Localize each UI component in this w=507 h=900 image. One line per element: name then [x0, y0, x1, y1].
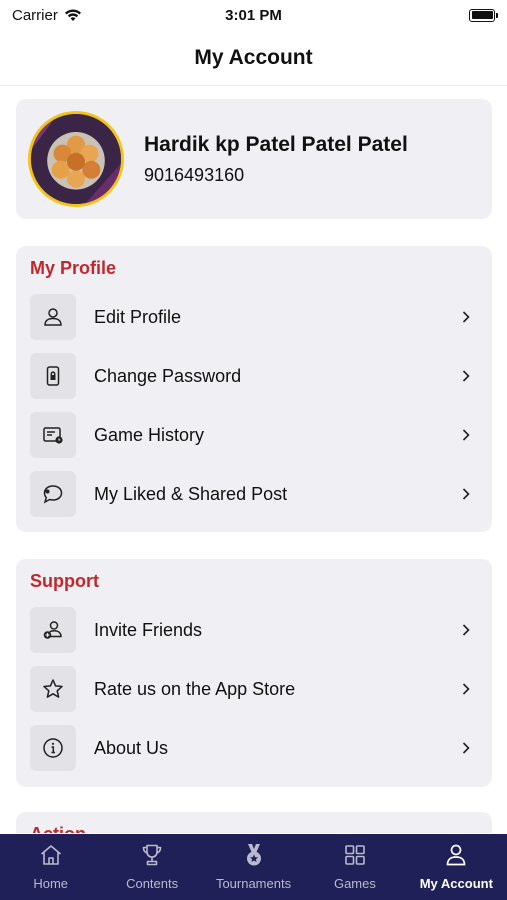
profile-phone: 9016493160: [144, 165, 245, 185]
medal-icon: [246, 844, 261, 866]
tab-label: Tournaments: [215, 876, 292, 891]
history-icon: [30, 412, 76, 458]
battery-icon: [469, 8, 498, 22]
menu-item-invite-friends[interactable]: Invite Friends: [30, 607, 480, 653]
grid-icon: [345, 845, 365, 865]
menu-item-change-password[interactable]: Change Password: [30, 353, 480, 399]
person-icon: [30, 294, 76, 340]
chevron-right-icon: [462, 624, 470, 636]
tab-label: Contents: [126, 876, 179, 891]
menu-item-about-us[interactable]: About Us: [30, 725, 480, 771]
tab-games[interactable]: Games: [304, 834, 405, 900]
trophy-icon: [142, 844, 162, 866]
status-bar: Carrier 3:01 PM: [0, 0, 507, 30]
tab-my-account[interactable]: My Account: [406, 834, 507, 900]
scroll-content[interactable]: Hardik kp Patel Patel Patel 9016493160 M…: [0, 87, 507, 833]
menu-item-liked-shared-post[interactable]: My Liked & Shared Post: [30, 471, 480, 517]
my-profile-section: My Profile Edit Profile Change Password: [16, 246, 492, 532]
account-icon: [446, 844, 466, 866]
chevron-right-icon: [462, 683, 470, 695]
wifi-icon: [64, 9, 81, 21]
profile-name: Hardik kp Patel Patel Patel: [144, 133, 408, 156]
chevron-right-icon: [462, 488, 470, 500]
tab-label: Games: [333, 876, 376, 891]
menu-label: About Us: [94, 737, 169, 758]
tab-bar: Home Contents Tournaments Games My Accou…: [0, 834, 507, 900]
menu-label: Game History: [94, 424, 205, 445]
chevron-right-icon: [462, 370, 470, 382]
section-title-my-profile: My Profile: [30, 258, 117, 278]
avatar[interactable]: [28, 111, 124, 207]
chat-bubble-icon: [30, 471, 76, 517]
menu-label: Invite Friends: [94, 619, 203, 640]
lock-phone-icon: [30, 353, 76, 399]
tab-tournaments[interactable]: Tournaments: [203, 834, 304, 900]
menu-label: Rate us on the App Store: [94, 678, 296, 699]
status-left: Carrier: [12, 7, 82, 24]
tab-home[interactable]: Home: [0, 834, 101, 900]
tab-contents[interactable]: Contents: [101, 834, 202, 900]
chevron-right-icon: [462, 429, 470, 441]
page-title: My Account: [194, 45, 313, 69]
home-icon: [40, 845, 61, 865]
chevron-right-icon: [462, 311, 470, 323]
tab-label: My Account: [419, 876, 493, 891]
profile-card[interactable]: Hardik kp Patel Patel Patel 9016493160: [16, 99, 492, 219]
action-section: Action: [16, 812, 492, 833]
section-title-support: Support: [30, 571, 99, 591]
menu-label: Change Password: [94, 365, 242, 386]
add-user-icon: [30, 607, 76, 653]
section-title-action: Action: [30, 824, 86, 833]
info-icon: [30, 725, 76, 771]
star-icon: [30, 666, 76, 712]
menu-item-edit-profile[interactable]: Edit Profile: [30, 294, 480, 340]
tab-label: Home: [33, 876, 69, 891]
nav-header: My Account: [0, 30, 507, 86]
menu-item-game-history[interactable]: Game History: [30, 412, 480, 458]
support-section: Support Invite Friends Rate us on the Ap…: [16, 559, 492, 787]
menu-label: My Liked & Shared Post: [94, 483, 288, 504]
menu-label: Edit Profile: [94, 306, 182, 327]
chevron-right-icon: [462, 742, 470, 754]
menu-item-rate-app[interactable]: Rate us on the App Store: [30, 666, 480, 712]
carrier-label: Carrier: [12, 6, 58, 24]
